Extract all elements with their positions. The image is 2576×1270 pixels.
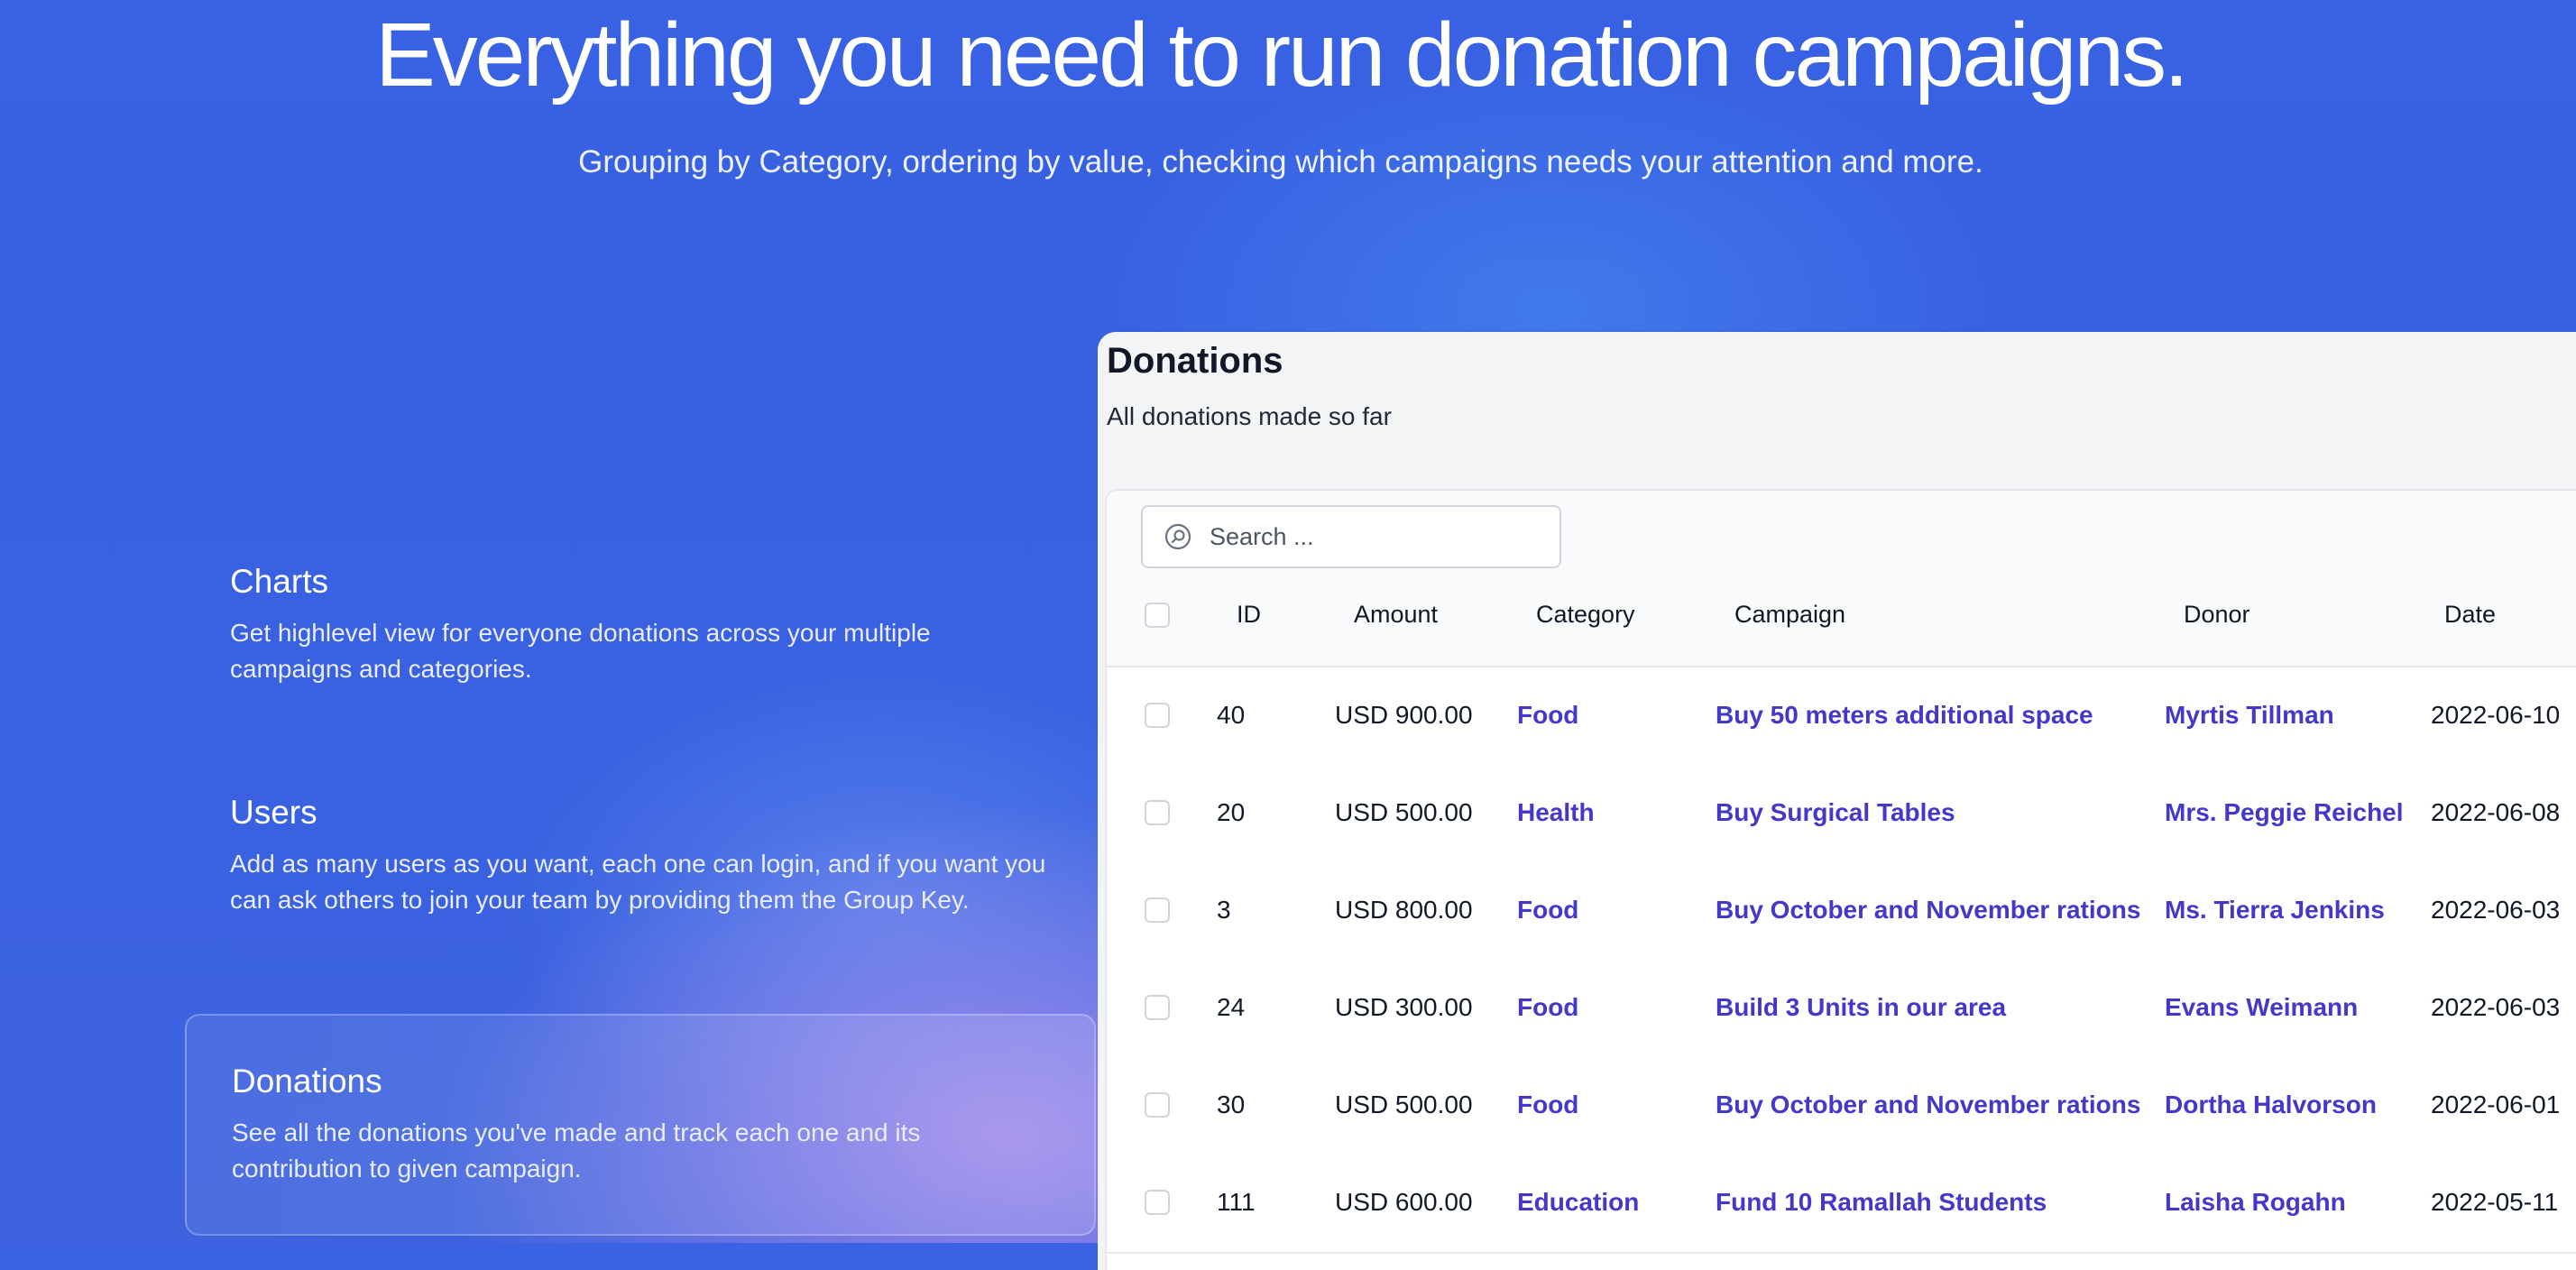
row-checkbox[interactable] xyxy=(1145,800,1170,825)
table-row[interactable]: 40 USD 900.00 Food Buy 50 meters additio… xyxy=(1107,667,2576,767)
cell-donor-link[interactable]: Mrs. Peggie Reichel xyxy=(2165,797,2404,828)
feature-users[interactable]: Users Add as many users as you want, eac… xyxy=(185,792,1096,918)
feature-description: Add as many users as you want, each one … xyxy=(230,850,1046,914)
column-header-campaign[interactable]: Campaign xyxy=(1734,599,1845,630)
column-header-amount[interactable]: Amount xyxy=(1354,599,1438,630)
cell-id: 3 xyxy=(1217,896,1231,924)
table-row[interactable]: 30 USD 500.00 Food Buy October and Novem… xyxy=(1107,1057,2576,1156)
cell-date: 2022-06-03 xyxy=(2431,896,2561,924)
cell-category-link[interactable]: Food xyxy=(1517,992,1578,1023)
cell-id: 40 xyxy=(1217,701,1246,729)
cell-id: 20 xyxy=(1217,798,1246,826)
feature-title: Charts xyxy=(230,563,328,600)
cell-campaign-link[interactable]: Buy Surgical Tables xyxy=(1716,797,1955,828)
feature-charts[interactable]: Charts Get highlevel view for everyone d… xyxy=(185,561,1096,687)
search-box[interactable] xyxy=(1141,505,1561,568)
table-row[interactable]: 111 USD 600.00 Education Fund 10 Ramalla… xyxy=(1107,1155,2576,1254)
cell-date: 2022-06-10 xyxy=(2431,701,2561,729)
cell-id: 111 xyxy=(1217,1188,1256,1216)
hero-title: Everything you need to run donation camp… xyxy=(375,5,2189,106)
row-checkbox[interactable] xyxy=(1145,1190,1170,1215)
feature-description: See all the donations you've made and tr… xyxy=(232,1118,921,1183)
cell-category-link[interactable]: Health xyxy=(1517,797,1595,828)
cell-amount: USD 300.00 xyxy=(1335,993,1473,1021)
row-checkbox[interactable] xyxy=(1145,897,1170,923)
table-row[interactable]: 3 USD 800.00 Food Buy October and Novemb… xyxy=(1107,862,2576,962)
cell-date: 2022-06-08 xyxy=(2431,798,2561,826)
feature-title: Donations xyxy=(232,1063,382,1100)
column-header-id[interactable]: ID xyxy=(1237,599,1261,630)
cell-donor-link[interactable]: Ms. Tierra Jenkins xyxy=(2165,895,2385,925)
table-toolbar: ID Amount Category Campaign Donor Date xyxy=(1107,491,2576,667)
cell-donor-link[interactable]: Laisha Rogahn xyxy=(2165,1187,2346,1218)
donations-table: ID Amount Category Campaign Donor Date 4… xyxy=(1105,489,2576,1270)
feature-donations[interactable]: Donations See all the donations you've m… xyxy=(185,1014,1096,1236)
row-checkbox[interactable] xyxy=(1145,995,1170,1020)
donations-panel: Donations All donations made so far ID A… xyxy=(1098,332,2576,1270)
panel-title: Donations xyxy=(1107,341,1283,381)
cell-amount: USD 500.00 xyxy=(1335,798,1473,826)
row-checkbox[interactable] xyxy=(1145,1092,1170,1118)
hero-subtitle: Grouping by Category, ordering by value,… xyxy=(578,144,1983,179)
cell-campaign-link[interactable]: Buy October and November rations xyxy=(1716,1090,2140,1120)
cell-donor-link[interactable]: Myrtis Tillman xyxy=(2165,700,2334,731)
table-row[interactable]: 20 USD 500.00 Health Buy Surgical Tables… xyxy=(1107,765,2576,864)
cell-amount: USD 900.00 xyxy=(1335,701,1473,729)
cell-campaign-link[interactable]: Build 3 Units in our area xyxy=(1716,992,2006,1023)
panel-subtitle: All donations made so far xyxy=(1107,402,1392,430)
feature-title: Users xyxy=(230,794,317,831)
cell-category-link[interactable]: Food xyxy=(1517,895,1578,925)
feature-description: Get highlevel view for everyone donation… xyxy=(230,619,931,683)
column-header-donor[interactable]: Donor xyxy=(2184,599,2250,630)
cell-campaign-link[interactable]: Buy 50 meters additional space xyxy=(1716,700,2093,731)
table-row[interactable]: 24 USD 300.00 Food Build 3 Units in our … xyxy=(1107,960,2576,1059)
cell-amount: USD 800.00 xyxy=(1335,896,1473,924)
column-header-category[interactable]: Category xyxy=(1536,599,1635,630)
cell-amount: USD 600.00 xyxy=(1335,1188,1473,1216)
cell-category-link[interactable]: Education xyxy=(1517,1187,1639,1218)
select-all-checkbox[interactable] xyxy=(1145,603,1170,628)
column-header-date[interactable]: Date xyxy=(2444,599,2496,630)
cell-id: 24 xyxy=(1217,993,1246,1021)
row-checkbox[interactable] xyxy=(1145,703,1170,728)
search-icon xyxy=(1164,523,1191,550)
cell-campaign-link[interactable]: Fund 10 Ramallah Students xyxy=(1716,1187,2047,1218)
cell-donor-link[interactable]: Evans Weimann xyxy=(2165,992,2358,1023)
cell-date: 2022-06-01 xyxy=(2431,1091,2561,1118)
cell-id: 30 xyxy=(1217,1091,1246,1118)
cell-campaign-link[interactable]: Buy October and November rations xyxy=(1716,895,2140,925)
cell-category-link[interactable]: Food xyxy=(1517,700,1578,731)
search-input[interactable] xyxy=(1210,507,1552,566)
cell-date: 2022-05-11 xyxy=(2431,1188,2559,1216)
cell-category-link[interactable]: Food xyxy=(1517,1090,1578,1120)
cell-amount: USD 500.00 xyxy=(1335,1091,1473,1118)
cell-date: 2022-06-03 xyxy=(2431,993,2561,1021)
cell-donor-link[interactable]: Dortha Halvorson xyxy=(2165,1090,2377,1120)
